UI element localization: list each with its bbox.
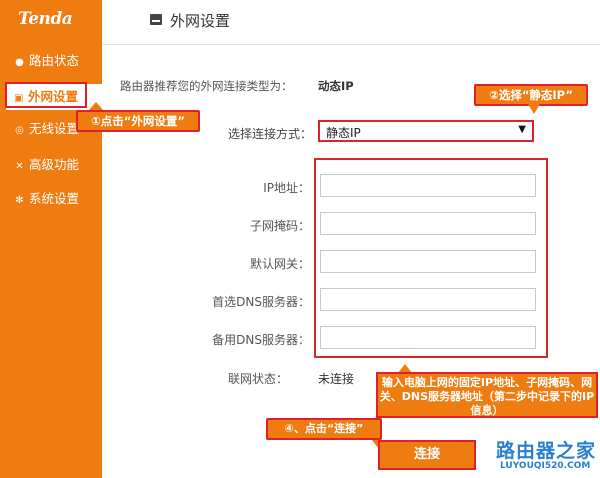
mode-label: 选择连接方式： [228, 127, 313, 141]
subnet-mask-label: 子网掩码： [249, 219, 310, 233]
dashboard-icon: ● [15, 57, 24, 68]
recommend-label: 路由器推荐您的外网连接类型为： [120, 79, 293, 93]
settings-icon: ✻ [15, 195, 24, 206]
sidebar-item-label: 无线设置 [29, 121, 80, 136]
callout-pointer [528, 104, 540, 114]
wifi-icon: ◎ [15, 125, 24, 136]
watermark-text: 路由器之家 [496, 440, 597, 462]
dropdown-arrow-icon: ▼ [518, 124, 526, 135]
status-label: 联网状态： [228, 372, 289, 386]
watermark-url: LUYOUQI520.COM [500, 461, 591, 471]
sidebar-item-label: 高级功能 [29, 157, 80, 172]
tools-icon: ✕ [15, 161, 24, 172]
recommend-value: 动态IP [318, 79, 354, 93]
step3-callout: 输入电脑上网的固定IP地址、子网掩码、网关、DNS服务器地址（第二步中记录下的I… [376, 372, 598, 418]
sidebar-item-label: 路由状态 [29, 53, 80, 68]
mode-selected-value: 静态IP [326, 126, 361, 140]
step4-callout: ④、点击“连接” [266, 418, 382, 440]
step1-highlight [5, 82, 87, 108]
step3-highlight [314, 158, 548, 358]
gateway-label: 默认网关： [249, 257, 310, 271]
secondary-dns-label: 备用DNS服务器： [212, 333, 310, 347]
step1-callout: ①点击“外网设置” [76, 110, 200, 132]
ip-address-label: IP地址： [263, 181, 310, 195]
connection-mode-select[interactable]: 静态IP ▼ [318, 120, 534, 142]
sidebar-item-label: 系统设置 [29, 191, 80, 206]
status-value: 未连接 [318, 372, 355, 386]
sidebar-item-system[interactable]: ✻ 系统设置 [0, 189, 102, 209]
step2-callout: ②选择“静态IP” [474, 84, 588, 106]
wan-icon [150, 14, 162, 25]
primary-dns-label: 首选DNS服务器： [212, 295, 310, 309]
connect-button[interactable]: 连接 [378, 440, 476, 470]
page-title: 外网设置 [170, 12, 231, 30]
brand-logo: Tenda [18, 9, 73, 29]
sidebar-item-status[interactable]: ● 路由状态 [0, 51, 102, 71]
sidebar-item-advanced[interactable]: ✕ 高级功能 [0, 155, 102, 175]
